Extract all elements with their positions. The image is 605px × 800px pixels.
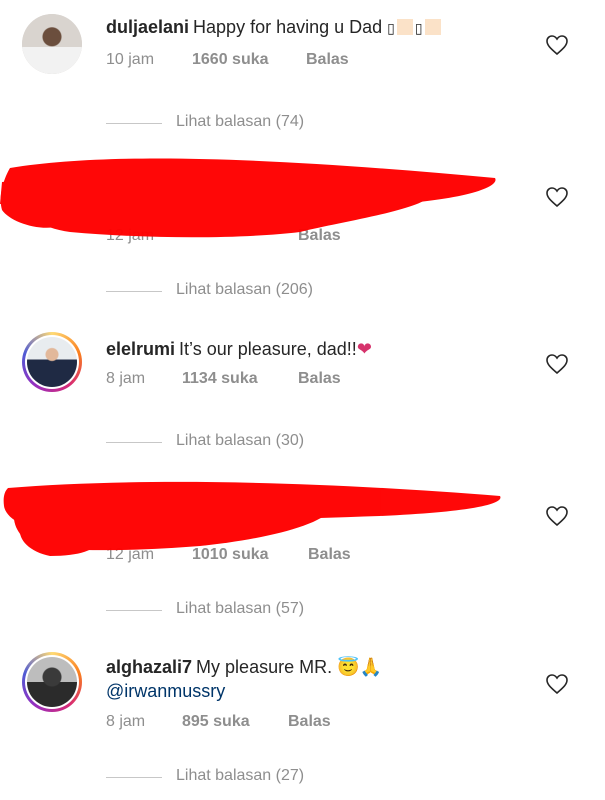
heart-outline-icon[interactable] — [545, 505, 569, 527]
thread-line — [106, 291, 162, 292]
reply-button[interactable]: Balas — [306, 51, 349, 69]
avatar-photo — [27, 337, 77, 387]
avatar-photo — [27, 657, 77, 707]
reply-button[interactable]: Balas — [298, 370, 341, 388]
avatar-inner — [25, 335, 79, 389]
comment-likes[interactable]: 1134 suka — [182, 370, 258, 388]
reply-button[interactable]: Balas — [308, 546, 351, 564]
avatar-inner — [25, 655, 79, 709]
comment-text-line: alghazali7 My pleasure MR. 😇🙏 — [106, 656, 382, 678]
comment-text: My pleasure MR. — [196, 657, 333, 677]
comment-username[interactable]: alghazali7 — [106, 657, 192, 677]
comment-time: 12 jam — [106, 546, 155, 563]
heart-outline-icon[interactable] — [545, 353, 569, 375]
view-replies-label[interactable]: Lihat balasan (30) — [176, 432, 304, 450]
comment-text-line: elelrumi It’s our pleasure, dad!!❤ — [106, 338, 372, 360]
comment-text-line-2: @irwanmussry — [106, 680, 225, 702]
comment-time: 10 jam — [106, 51, 155, 68]
comment-username[interactable]: duljaelani — [106, 17, 189, 37]
heart-emoji: ❤ — [356, 339, 372, 359]
thread-line — [106, 123, 162, 124]
reply-button[interactable]: Balas — [298, 227, 341, 245]
heart-outline-icon[interactable] — [545, 673, 569, 695]
avatar[interactable] — [22, 14, 82, 74]
comment-username[interactable]: elelrumi — [106, 339, 175, 359]
emoji: 😇🙏 — [337, 657, 382, 677]
comment-time: 8 jam — [106, 370, 146, 387]
view-replies-label[interactable]: Lihat balasan (206) — [176, 281, 313, 299]
comment-time: 12 jam — [106, 227, 155, 244]
thread-line — [106, 777, 162, 778]
avatar[interactable] — [22, 332, 82, 392]
thread-line — [106, 442, 162, 443]
avatar-photo — [22, 14, 82, 74]
mention-link[interactable]: @irwanmussry — [106, 681, 225, 701]
avatar[interactable] — [22, 652, 82, 712]
view-replies-label[interactable]: Lihat balasan (57) — [176, 600, 304, 618]
thread-line — [106, 610, 162, 611]
heart-outline-icon[interactable] — [545, 34, 569, 56]
view-replies-label[interactable]: Lihat balasan (27) — [176, 767, 304, 785]
comment-likes[interactable]: 1660 suka — [192, 51, 269, 69]
comment-text-line: duljaelani Happy for having u Dad ▯ ▯ — [106, 16, 443, 39]
reply-button[interactable]: Balas — [288, 713, 331, 731]
emoji-placeholder: ▯ ▯ — [387, 16, 442, 39]
comment-text: Happy for having u Dad — [193, 17, 383, 37]
comment-time: 8 jam — [106, 713, 146, 730]
comment-likes[interactable]: 1010 suka — [192, 546, 269, 564]
comment-text: It’s our pleasure, dad!! — [179, 339, 357, 359]
view-replies-label[interactable]: Lihat balasan (74) — [176, 113, 304, 131]
comment-likes[interactable]: 895 suka — [182, 713, 250, 731]
heart-outline-icon[interactable] — [545, 186, 569, 208]
